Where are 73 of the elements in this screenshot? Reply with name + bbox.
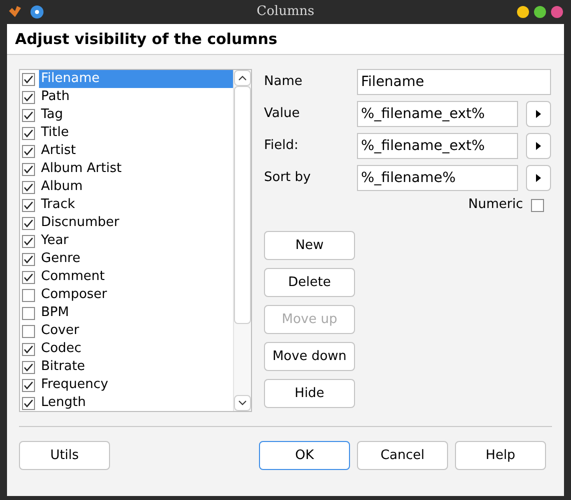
list-item[interactable]: Year (39, 232, 233, 250)
chevron-up-icon (238, 75, 247, 81)
checkbox[interactable] (22, 108, 35, 122)
scroll-up-button[interactable] (234, 70, 251, 86)
field-label: Name (264, 73, 304, 92)
window-title: Columns (256, 3, 314, 22)
minimize-button[interactable] (517, 6, 529, 18)
checkbox[interactable] (22, 72, 35, 86)
action-button[interactable]: Hide (264, 379, 355, 408)
scroll-thumb[interactable] (234, 86, 251, 324)
field-label: Value (264, 105, 301, 124)
app-icon (8, 5, 22, 19)
menu-button[interactable] (526, 101, 551, 127)
action-button[interactable]: Move down (264, 342, 355, 371)
checkbox[interactable] (22, 198, 35, 212)
checkbox[interactable] (22, 342, 35, 356)
list-item[interactable]: Comment (39, 268, 233, 286)
checkbox[interactable] (22, 396, 35, 410)
input-field[interactable]: Filename (357, 69, 551, 95)
action-button[interactable]: New (264, 231, 355, 260)
triangle-right-icon (536, 174, 541, 182)
checkbox[interactable] (22, 270, 35, 284)
list-item[interactable]: Album (39, 178, 233, 196)
checkbox[interactable] (22, 144, 35, 158)
checkbox[interactable] (22, 90, 35, 104)
chevron-down-icon (238, 400, 247, 406)
dialog-button[interactable]: OK (259, 441, 350, 470)
input-field[interactable]: %_filename% (357, 165, 518, 191)
list-item[interactable]: Length (39, 394, 233, 411)
checkbox[interactable] (22, 180, 35, 194)
menu-button[interactable] (526, 165, 551, 191)
checkbox[interactable] (22, 252, 35, 266)
close-button[interactable] (551, 6, 563, 18)
list-item[interactable]: Track (39, 196, 233, 214)
checkbox[interactable] (22, 162, 35, 176)
list-item[interactable]: Genre (39, 250, 233, 268)
action-button[interactable]: Delete (264, 268, 355, 297)
numeric-label: Numeric (468, 196, 523, 214)
dialog-button[interactable]: Cancel (357, 441, 448, 470)
checkbox[interactable] (22, 288, 35, 302)
scrollbar[interactable] (233, 70, 251, 411)
list-item[interactable]: Artist (39, 142, 233, 160)
menu-button[interactable] (526, 133, 551, 159)
input-field[interactable]: %_filename_ext% (357, 133, 518, 159)
dialog-heading: Adjust visibility of the columns (15, 28, 278, 50)
list-item[interactable]: Album Artist (39, 160, 233, 178)
checkbox[interactable] (22, 360, 35, 374)
list-item[interactable]: Path (39, 88, 233, 106)
checkbox[interactable] (22, 216, 35, 230)
checkbox[interactable] (22, 126, 35, 140)
field-label: Sort by (264, 169, 312, 188)
list-item[interactable]: BPM (39, 304, 233, 322)
checkbox[interactable] (531, 198, 544, 212)
list-item[interactable]: Tag (39, 106, 233, 124)
triangle-right-icon (536, 110, 541, 118)
checkbox[interactable] (22, 306, 35, 320)
input-field[interactable]: %_filename_ext% (357, 101, 518, 127)
utils-button[interactable]: Utils (19, 441, 110, 470)
maximize-button[interactable] (534, 6, 546, 18)
checkbox[interactable] (22, 234, 35, 248)
list-item[interactable]: Discnumber (39, 214, 233, 232)
field-label: Field: (264, 137, 300, 156)
checkbox[interactable] (22, 378, 35, 392)
dialog-button[interactable]: Help (455, 441, 546, 470)
scroll-down-button[interactable] (234, 395, 251, 411)
list-item[interactable]: Cover (39, 322, 233, 340)
triangle-right-icon (536, 142, 541, 150)
list-item[interactable]: Composer (39, 286, 233, 304)
list-item[interactable]: Title (39, 124, 233, 142)
list-item[interactable]: Bitrate (39, 358, 233, 376)
checkbox[interactable] (22, 324, 35, 338)
list-item[interactable]: Codec (39, 340, 233, 358)
list-item[interactable]: Frequency (39, 376, 233, 394)
